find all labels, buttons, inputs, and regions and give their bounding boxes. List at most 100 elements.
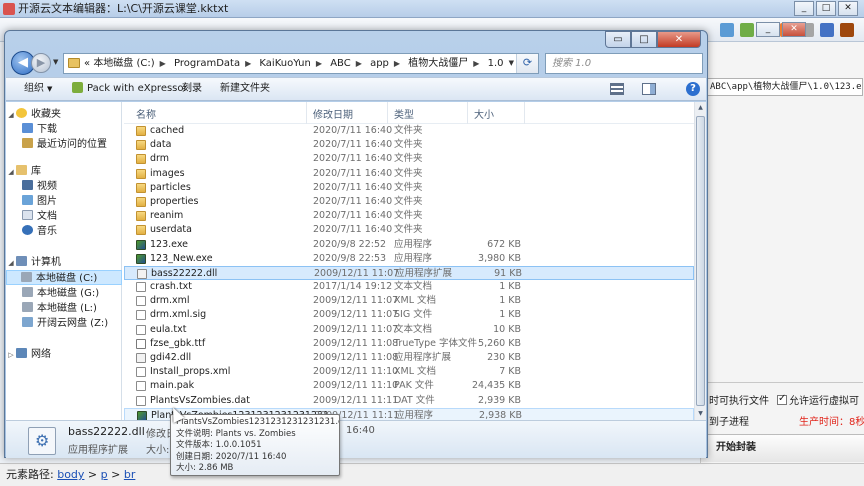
nav-libraries[interactable]: ◢ 库 (6, 164, 122, 179)
organize-button[interactable]: 组织 ▼ (24, 78, 52, 100)
file-row[interactable]: 123.exe 2020/9/8 22:52 应用程序 672 KB (124, 238, 694, 252)
crumb-abc[interactable]: ABC (330, 58, 351, 69)
nav-drive-z[interactable]: 开阔云网盘 (Z:) (6, 316, 122, 331)
path-p-link[interactable]: p (101, 468, 108, 481)
address-dropdown-icon[interactable]: ▼ (509, 54, 514, 73)
new-folder-button[interactable]: 新建文件夹 (220, 78, 270, 100)
collapse-icon[interactable]: ◢ (6, 256, 16, 271)
path-body-link[interactable]: body (57, 468, 84, 481)
column-size[interactable]: 大小 (474, 106, 494, 121)
crumb-kaikuoyun[interactable]: KaiKuoYun (259, 58, 310, 69)
packer-options-row: 时可执行文件 允许运行虚拟可 (709, 392, 859, 407)
nav-favorites[interactable]: ◢ 收藏夹 (6, 107, 122, 122)
address-bar[interactable]: « 本地磁盘 (C:) ▶ ProgramData ▶ KaiKuoYun ▶ ABC… (63, 53, 539, 74)
editor-minimize-button[interactable]: _ (794, 1, 814, 16)
nav-drive-c[interactable]: 本地磁盘 (C:) (6, 270, 122, 285)
editor-maximize-button[interactable]: □ (816, 1, 836, 16)
nav-computer[interactable]: ◢ 计算机 (6, 255, 122, 270)
column-divider[interactable] (306, 102, 307, 124)
scroll-up-icon[interactable]: ▲ (696, 102, 705, 114)
collapse-icon[interactable]: ◢ (6, 108, 16, 123)
toolbar-print-icon[interactable] (820, 23, 834, 37)
explorer-minimize-button[interactable]: ▭ (605, 31, 631, 48)
nav-network[interactable]: ▷ 网络 (6, 347, 122, 362)
file-row[interactable]: bass22222.dll 2009/12/11 11:07 应用程序扩展 91 KB (124, 265, 694, 281)
column-date[interactable]: 修改日期 (313, 106, 353, 121)
nav-recent[interactable]: 最近访问的位置 (6, 137, 122, 152)
column-type[interactable]: 类型 (394, 106, 414, 121)
refresh-button[interactable]: ⟳ (516, 54, 538, 73)
tool-minimize-button[interactable]: _ (756, 22, 780, 37)
crumb-pvz[interactable]: 植物大战僵尸 (408, 58, 468, 69)
file-row[interactable]: images 2020/7/11 16:40 文件夹 (124, 167, 694, 181)
file-row[interactable]: userdata 2020/7/11 16:40 文件夹 (124, 223, 694, 237)
crumb-separator[interactable]: ▶ (356, 59, 362, 68)
file-row[interactable]: reanim 2020/7/11 16:40 文件夹 (124, 209, 694, 223)
file-row[interactable]: 123_New.exe 2020/9/8 22:53 应用程序 3,980 KB (124, 252, 694, 266)
forward-button[interactable]: ▶ (31, 53, 51, 73)
scroll-thumb[interactable] (696, 116, 705, 406)
file-type: SIG 文件 (394, 309, 433, 321)
file-row[interactable]: PlantsVsZombies.dat 2009/12/11 11:11 DAT 文… (124, 394, 694, 408)
editor-close-button[interactable]: ✕ (838, 1, 858, 16)
file-row[interactable]: drm.xml 2009/12/11 11:07 XML 文档 1 KB (124, 294, 694, 308)
nav-documents[interactable]: 文档 (6, 209, 122, 224)
start-packing-button[interactable]: 开始封装 (701, 434, 864, 462)
nav-pictures[interactable]: 图片 (6, 194, 122, 209)
toolbar-image-icon[interactable] (720, 23, 734, 37)
search-input[interactable]: 搜索 1.0 (545, 53, 703, 74)
crumb-programdata[interactable]: ProgramData (174, 58, 240, 69)
column-name[interactable]: 名称 (136, 106, 156, 121)
file-name: properties (150, 195, 199, 207)
allow-virtual-checkbox[interactable] (777, 393, 787, 405)
file-row[interactable]: main.pak 2009/12/11 11:10 PAK 文件 24,435 KB (124, 379, 694, 393)
packer-path-field[interactable]: ABC\app\植物大战僵尸\1.0\123.exe (703, 78, 863, 96)
file-type: 文件夹 (394, 125, 423, 136)
scroll-down-icon[interactable]: ▼ (696, 408, 705, 420)
file-date: 2009/12/11 11:07 (313, 323, 399, 335)
file-row[interactable]: Install_props.xml 2009/12/11 11:10 XML 文档 7… (124, 365, 694, 379)
explorer-maximize-button[interactable]: □ (631, 31, 657, 48)
express-button[interactable]: Pack with eXpressor (72, 78, 188, 100)
toolbar-help-icon[interactable] (840, 23, 854, 37)
file-row[interactable]: properties 2020/7/11 16:40 文件夹 (124, 195, 694, 209)
nav-drive-l[interactable]: 本地磁盘 (L:) (6, 301, 122, 316)
collapse-icon[interactable]: ▷ (6, 348, 16, 363)
file-row[interactable]: fzse_gbk.ttf 2009/12/11 11:08 TrueType 字体文… (124, 337, 694, 351)
column-divider[interactable] (524, 102, 525, 124)
file-row[interactable]: particles 2020/7/11 16:40 文件夹 (124, 181, 694, 195)
crumb-separator[interactable]: ▶ (160, 59, 166, 68)
burn-button[interactable]: 刻录 (182, 78, 202, 100)
nav-music[interactable]: 音乐 (6, 224, 122, 239)
column-divider[interactable] (387, 102, 388, 124)
crumb-separator[interactable]: ▶ (245, 59, 251, 68)
nav-drive-g[interactable]: 本地磁盘 (G:) (6, 286, 122, 301)
preview-pane-icon[interactable] (642, 83, 656, 95)
file-row[interactable]: data 2020/7/11 16:40 文件夹 (124, 138, 694, 152)
nav-videos[interactable]: 视频 (6, 179, 122, 194)
collapse-icon[interactable]: ◢ (6, 165, 16, 180)
file-row[interactable]: gdi42.dll 2009/12/11 11:08 应用程序扩展 230 KB (124, 351, 694, 365)
crumb-separator[interactable]: ▶ (394, 59, 400, 68)
view-options-icon[interactable] (610, 83, 624, 95)
explorer-close-button[interactable]: ✕ (657, 31, 701, 48)
crumb-app[interactable]: app (370, 58, 389, 69)
vertical-scrollbar[interactable]: ▲ ▼ (694, 102, 706, 420)
tool-close-button[interactable]: ✕ (782, 22, 806, 37)
address-overflow[interactable]: « (84, 58, 90, 69)
file-row[interactable]: eula.txt 2009/12/11 11:07 文本文档 10 KB (124, 323, 694, 337)
file-row[interactable]: cached 2020/7/11 16:40 文件夹 (124, 124, 694, 138)
history-dropdown-icon[interactable]: ▼ (53, 58, 58, 66)
file-row[interactable]: drm.xml.sig 2009/12/11 11:07 SIG 文件 1 KB (124, 308, 694, 322)
path-br-link[interactable]: br (124, 468, 136, 481)
file-row[interactable]: crash.txt 2017/1/14 19:12 文本文档 1 KB (124, 280, 694, 294)
crumb-separator[interactable]: ▶ (316, 59, 322, 68)
file-row[interactable]: drm 2020/7/11 16:40 文件夹 (124, 152, 694, 166)
nav-downloads[interactable]: 下载 (6, 122, 122, 137)
crumb-version[interactable]: 1.0 (488, 58, 504, 69)
column-divider[interactable] (467, 102, 468, 124)
crumb-separator[interactable]: ▶ (473, 59, 479, 68)
help-icon[interactable]: ? (686, 82, 700, 96)
crumb-drive-c[interactable]: 本地磁盘 (C:) (93, 58, 154, 69)
toolbar-table-icon[interactable] (740, 23, 754, 37)
